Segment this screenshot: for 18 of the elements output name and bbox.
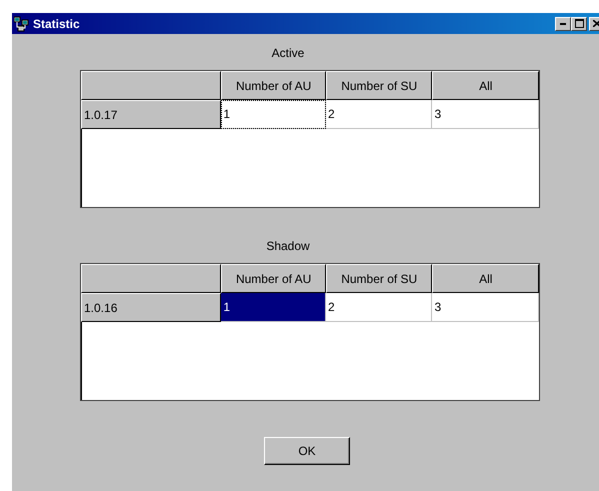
ok-button[interactable]: OK <box>264 437 350 465</box>
table-cell[interactable]: 1 <box>221 100 326 129</box>
column-header[interactable]: Number of SU <box>326 71 432 100</box>
grid-caption: Active <box>272 45 304 62</box>
window-title: Statistic <box>33 16 80 32</box>
table-cell[interactable]: 2 <box>326 293 432 322</box>
column-header[interactable]: Number of SU <box>326 264 432 293</box>
column-header[interactable]: Number of AU <box>221 71 326 100</box>
column-header[interactable]: Number of AU <box>221 264 326 293</box>
column-header[interactable]: All <box>432 264 539 293</box>
grid-caption: Shadow <box>266 238 310 255</box>
column-header[interactable]: All <box>432 71 539 100</box>
row-header[interactable]: 1.0.16 <box>81 293 222 322</box>
table-cell[interactable]: 3 <box>432 293 539 322</box>
table-cell[interactable]: 2 <box>326 100 432 129</box>
row-header[interactable]: 1.0.17 <box>81 100 222 129</box>
table-cell[interactable]: 1 <box>221 293 326 322</box>
table-cell[interactable]: 3 <box>432 100 539 129</box>
